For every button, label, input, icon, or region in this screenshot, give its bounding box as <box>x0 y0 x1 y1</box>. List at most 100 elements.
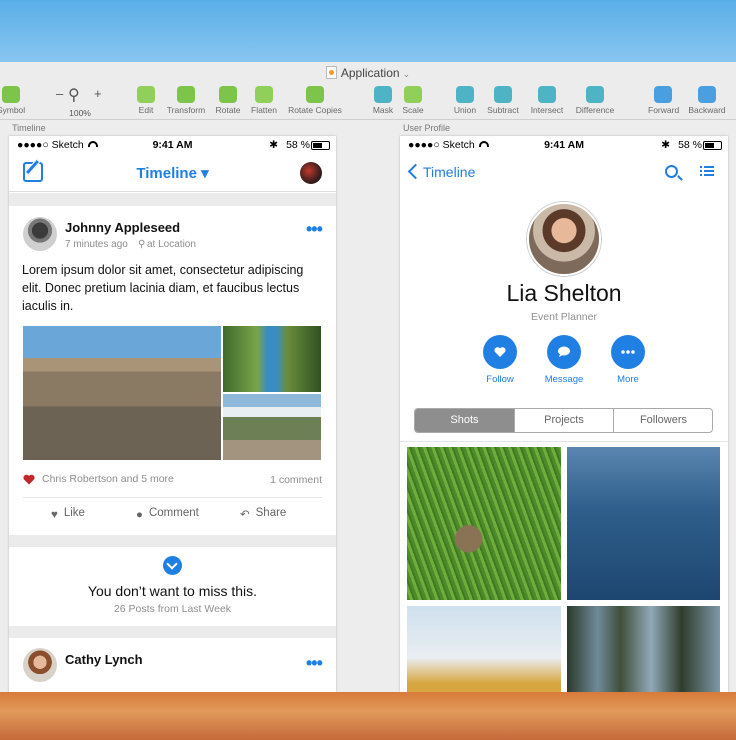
profile-role: Event Planner <box>531 311 597 323</box>
document-icon <box>325 66 337 79</box>
avatar[interactable] <box>23 217 57 251</box>
profile-name: Lia Shelton <box>506 280 622 306</box>
tool-edit-button[interactable]: Edit <box>135 84 157 120</box>
tool-label: Union <box>453 105 477 115</box>
back-chevron-icon[interactable] <box>407 163 424 180</box>
chevron-down-icon[interactable] <box>163 556 182 575</box>
follow-button[interactable] <box>483 335 517 369</box>
artboard-label-timeline[interactable]: Timeline <box>12 123 46 133</box>
scale-icon <box>404 86 422 103</box>
like-heart-icon: ♥ <box>51 509 58 521</box>
rotate-copies-icon <box>306 86 324 103</box>
nav-title[interactable]: Timeline ▾ <box>9 164 336 182</box>
zoom-control: – ⚲ + <box>54 86 106 104</box>
artboard-timeline[interactable]: ●●●●○ Sketch 9:41 AM ✱ 58 % Timeline ▾ J… <box>9 136 336 692</box>
message-label[interactable]: Message <box>534 374 594 385</box>
shot-thumbnail-forest[interactable] <box>567 606 720 692</box>
heart-icon[interactable] <box>23 474 35 485</box>
like-button[interactable]: ♥ Like <box>51 507 85 521</box>
rotate-icon <box>219 86 237 103</box>
tool-backward-button[interactable]: Backward <box>686 84 728 120</box>
segmented-control: Shots Projects Followers <box>414 408 713 433</box>
toolbar: – ⚲ + 100% Symbol Edit Transform Rotate Flat… <box>0 84 736 120</box>
mask-icon <box>374 86 392 103</box>
zoom-out-button[interactable]: – <box>56 86 63 101</box>
post-author[interactable]: Johnny Appleseed <box>65 220 180 235</box>
tool-flatten-button[interactable]: Flatten <box>248 84 280 120</box>
tool-intersect-button[interactable]: Intersect <box>527 84 567 120</box>
back-button[interactable]: Timeline <box>423 164 475 180</box>
search-icon[interactable] <box>665 165 678 178</box>
navigation-bar: Timeline ▾ <box>9 154 336 192</box>
share-button[interactable]: ↶ Share <box>240 507 286 521</box>
tool-rotate-button[interactable]: Rotate <box>213 84 243 120</box>
tool-label: Backward <box>688 105 726 115</box>
tool-transform-button[interactable]: Transform <box>164 84 208 120</box>
tab-followers[interactable]: Followers <box>613 409 712 432</box>
shot-thumbnail-rabbit[interactable] <box>407 447 561 600</box>
tool-symbol-button[interactable]: Symbol <box>0 84 26 120</box>
tool-label: Symbol <box>0 105 26 115</box>
status-bar: ●●●●○ Sketch 9:41 AM ✱ 58 % <box>9 136 336 154</box>
more-button[interactable] <box>611 335 645 369</box>
tab-projects[interactable]: Projects <box>514 409 613 432</box>
digest-subtitle: 26 Posts from Last Week <box>113 603 232 615</box>
shot-thumbnail-ocean[interactable] <box>567 447 720 600</box>
battery-icon <box>703 141 722 150</box>
battery-icon <box>311 141 330 150</box>
list-icon[interactable] <box>700 166 714 177</box>
divider <box>400 441 728 442</box>
chat-bubble-icon <box>558 346 570 357</box>
tool-difference-button[interactable]: Difference <box>572 84 618 120</box>
post-photo-mountains[interactable] <box>223 394 321 460</box>
like-label: Like <box>63 507 85 519</box>
bluetooth-icon: ✱ <box>661 139 670 151</box>
tool-label: Mask <box>372 105 394 115</box>
more-dots-icon <box>621 350 635 354</box>
battery-percent: 58 % <box>286 139 310 151</box>
artboard-label-profile[interactable]: User Profile <box>403 123 450 133</box>
section-separator <box>9 626 336 638</box>
zoom-value: 100% <box>69 108 91 118</box>
more-options-icon[interactable]: ••• <box>306 220 323 238</box>
profile-photo[interactable] <box>527 202 601 276</box>
tool-label: Flatten <box>251 105 277 115</box>
tool-mask-button[interactable]: Mask <box>372 84 394 120</box>
post-author[interactable]: Cathy Lynch <box>65 652 143 667</box>
share-arrow-icon: ↶ <box>240 509 250 521</box>
tool-subtract-button[interactable]: Subtract <box>484 84 522 120</box>
shot-thumbnail-sky[interactable] <box>407 606 561 692</box>
avatar[interactable] <box>300 162 322 184</box>
follow-label[interactable]: Follow <box>470 374 530 385</box>
message-button[interactable] <box>547 335 581 369</box>
comment-count[interactable]: 1 comment <box>270 474 322 486</box>
zoom-in-button[interactable]: + <box>94 86 102 101</box>
bluetooth-icon: ✱ <box>269 139 278 151</box>
post-location[interactable]: at Location <box>147 239 196 250</box>
tool-forward-button[interactable]: Forward <box>648 84 679 120</box>
avatar[interactable] <box>23 648 57 682</box>
comment-button[interactable]: ● Comment <box>136 507 199 521</box>
intersect-icon <box>538 86 556 103</box>
post-photo-market[interactable] <box>23 326 221 460</box>
forward-icon <box>654 86 672 103</box>
artboard-user-profile[interactable]: ●●●●○ Sketch 9:41 AM ✱ 58 % Timeline Lia… <box>400 136 728 692</box>
tool-label: Subtract <box>487 105 519 115</box>
tab-shots[interactable]: Shots <box>415 409 514 432</box>
tool-label: Intersect <box>530 105 564 115</box>
subtract-icon <box>494 86 512 103</box>
chevron-down-icon[interactable]: ⌄ <box>403 69 411 79</box>
post-time: 7 minutes ago <box>65 239 128 250</box>
tool-label: Rotate Copies <box>288 105 342 115</box>
more-label[interactable]: More <box>598 374 658 385</box>
digest-title: You don’t want to miss this. <box>87 583 258 599</box>
tool-scale-button[interactable]: Scale <box>401 84 425 120</box>
tool-label: Transform <box>166 105 206 115</box>
tool-rotate-copies-button[interactable]: Rotate Copies <box>286 84 344 120</box>
tool-label: Scale <box>402 105 424 115</box>
location-pin-icon: ⚲ <box>138 239 146 250</box>
likers-text[interactable]: Chris Robertson and 5 more <box>42 473 174 485</box>
post-photo-garden[interactable] <box>223 326 321 392</box>
more-options-icon[interactable]: ••• <box>306 654 323 672</box>
tool-union-button[interactable]: Union <box>452 84 478 120</box>
